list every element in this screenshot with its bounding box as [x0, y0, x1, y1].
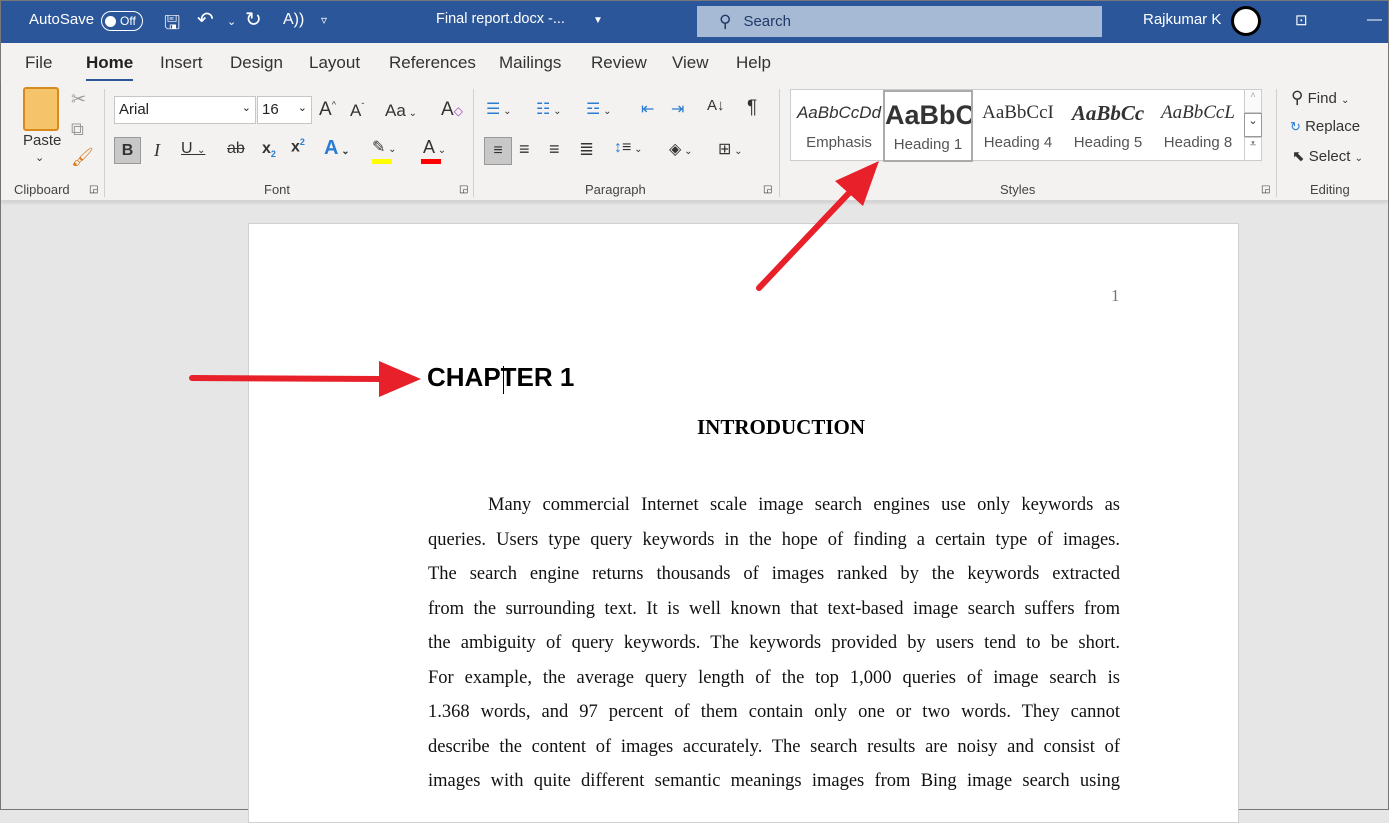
annotation-arrows	[189, 161, 879, 397]
arrow-to-chapter	[189, 361, 421, 397]
arrow-to-heading-style	[756, 161, 879, 291]
